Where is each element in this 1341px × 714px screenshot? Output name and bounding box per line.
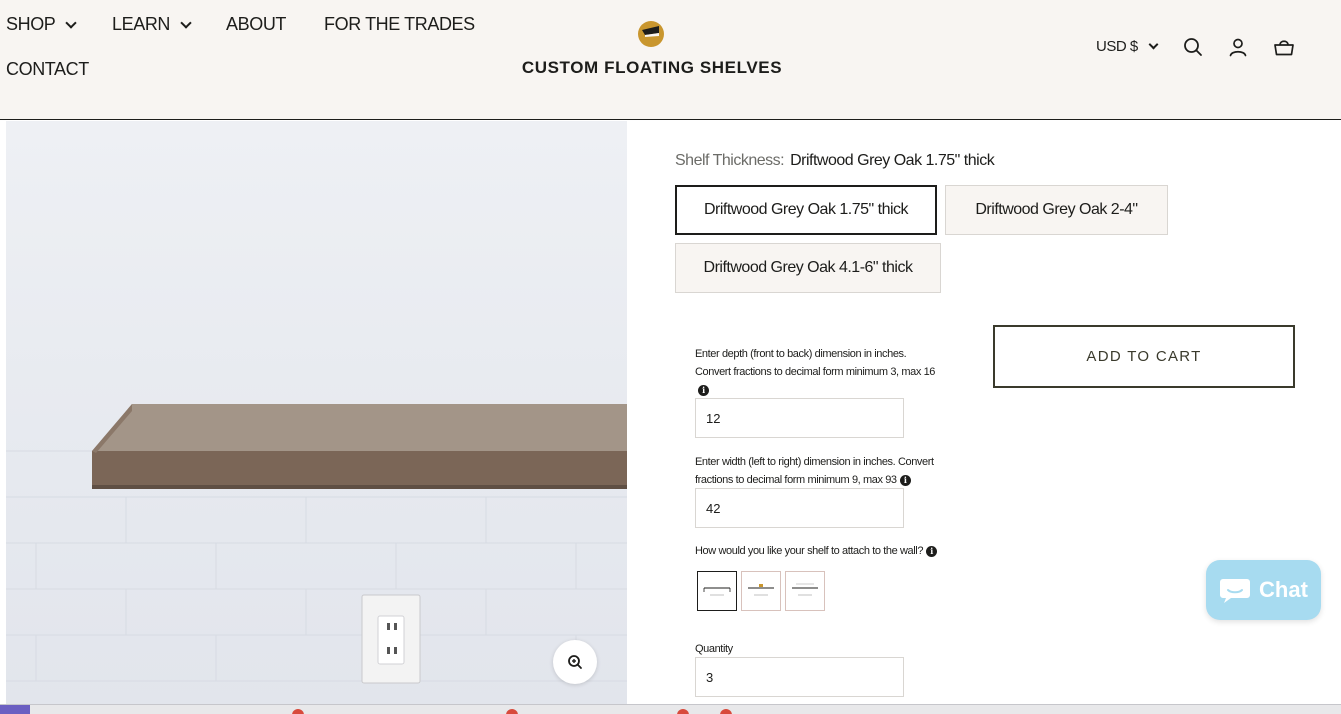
width-help-line2: fractions to decimal form minimum 9, max… <box>695 474 897 486</box>
quantity-label: Quantity <box>695 643 733 655</box>
brand-logo-icon[interactable] <box>637 20 665 48</box>
mounting-diagram-icon <box>792 583 818 596</box>
depth-help-line1: Enter depth (front to back) dimension in… <box>695 348 907 360</box>
mounting-diagram-icon <box>748 584 774 596</box>
currency-label: USD $ <box>1096 38 1138 55</box>
zoom-in-icon <box>568 655 582 669</box>
nav-contact-label: CONTACT <box>6 59 89 79</box>
notification-dot <box>677 709 689 714</box>
chevron-down-icon <box>180 16 192 29</box>
variant-option-1[interactable]: Driftwood Grey Oak 1.75" thick <box>675 185 937 235</box>
chat-button[interactable]: Chat <box>1206 560 1321 620</box>
variant-key: Shelf Thickness: <box>675 152 785 169</box>
quantity-input[interactable] <box>695 657 904 697</box>
chat-bubble-icon <box>1220 579 1251 603</box>
width-help-line1: Enter width (left to right) dimension in… <box>695 456 934 468</box>
variant-label: Shelf Thickness: Driftwood Grey Oak 1.75"… <box>675 152 995 170</box>
floating-shelf-illustration <box>92 404 627 684</box>
nav-about-label: ABOUT <box>226 14 287 34</box>
attach-option-3[interactable] <box>785 571 825 611</box>
product-image[interactable] <box>6 121 627 707</box>
notification-dot <box>506 709 518 714</box>
nav-contact[interactable]: CONTACT <box>6 59 89 80</box>
chevron-down-icon <box>1148 39 1159 50</box>
attach-option-1[interactable] <box>697 571 737 611</box>
width-help: Enter width (left to right) dimension in… <box>695 453 934 489</box>
cart-icon[interactable] <box>1273 36 1295 58</box>
nav-for-the-trades[interactable]: FOR THE TRADES <box>324 14 475 35</box>
site-header: SHOP LEARN ABOUT FOR THE TRADES CONTACT … <box>0 0 1341 120</box>
chevron-down-icon <box>65 16 78 29</box>
depth-input[interactable] <box>695 398 904 438</box>
variant-option-2[interactable]: Driftwood Grey Oak 2-4" <box>945 185 1168 235</box>
taskbar-app-icon[interactable] <box>0 705 30 714</box>
info-icon[interactable]: i <box>926 545 938 557</box>
account-icon[interactable] <box>1227 36 1249 58</box>
variant-value: Driftwood Grey Oak 1.75" thick <box>790 152 995 169</box>
add-to-cart-button[interactable]: ADD TO CART <box>993 325 1295 388</box>
attach-option-2[interactable] <box>741 571 781 611</box>
mounting-diagram-icon <box>703 587 731 596</box>
notification-dot <box>292 709 304 714</box>
nav-learn[interactable]: LEARN <box>112 14 192 35</box>
nav-shop-label: SHOP <box>6 14 56 34</box>
depth-help: Enter depth (front to back) dimension in… <box>695 345 935 399</box>
attach-question: How would you like your shelf to attach … <box>695 542 938 560</box>
width-input[interactable] <box>695 488 904 528</box>
nav-about[interactable]: ABOUT <box>226 14 286 35</box>
notification-dot <box>720 709 732 714</box>
depth-help-line2: Convert fractions to decimal form minimu… <box>695 366 936 378</box>
brand-name[interactable]: CUSTOM FLOATING SHELVES <box>502 58 802 78</box>
currency-selector[interactable]: USD $ <box>1096 38 1159 55</box>
search-icon[interactable] <box>1182 36 1204 58</box>
info-icon[interactable]: i <box>899 474 911 486</box>
taskbar-strip <box>0 704 1341 714</box>
nav-shop[interactable]: SHOP <box>6 14 78 35</box>
nav-trades-label: FOR THE TRADES <box>324 14 475 34</box>
chat-label: Chat <box>1259 577 1308 602</box>
nav-learn-label: LEARN <box>112 14 171 34</box>
attach-question-text: How would you like your shelf to attach … <box>695 545 924 557</box>
zoom-button[interactable] <box>553 640 597 684</box>
info-icon[interactable]: i <box>698 384 709 396</box>
variant-option-3[interactable]: Driftwood Grey Oak 4.1-6" thick <box>675 243 941 293</box>
